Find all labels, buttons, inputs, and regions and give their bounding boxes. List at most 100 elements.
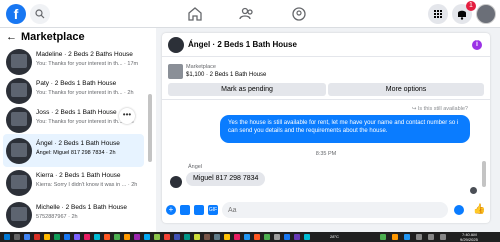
chat-listing-thumbnail[interactable] <box>168 37 184 53</box>
conversation-item-active[interactable]: Ángel · 2 Beds 1 Bath House Ángel: Migue… <box>3 134 144 167</box>
conversation-preview: You: Thanks for your interest in th... ·… <box>36 119 134 125</box>
sender-name: Ángel <box>188 164 203 170</box>
app-icon[interactable] <box>274 234 280 240</box>
app-icon[interactable] <box>294 234 300 240</box>
divider <box>162 99 490 100</box>
app-icon[interactable] <box>254 234 260 240</box>
conversation-preview: 5752887967 · 2h <box>36 214 78 220</box>
listing-thumbnail <box>6 107 32 133</box>
message-timestamp: 8:35 PM <box>315 151 337 157</box>
friends-icon[interactable] <box>238 5 256 23</box>
conversation-title: Ángel · 2 Beds 1 Bath House <box>36 140 120 147</box>
sender-avatar[interactable] <box>170 176 182 188</box>
conversation-title: Paty · 2 Beds 1 Bath House <box>36 80 117 87</box>
conversation-title: Michelle · 2 Beds 1 Bath House <box>36 204 128 211</box>
app-icon[interactable] <box>174 234 180 240</box>
app-icon[interactable] <box>114 234 120 240</box>
incoming-message-bubble[interactable]: Miguel 817 298 7834 <box>186 172 266 186</box>
chat-panel: Ángel · 2 Beds 1 Bath House i Marketplac… <box>162 33 490 223</box>
app-icon[interactable] <box>164 234 170 240</box>
file-explorer-icon[interactable] <box>44 234 50 240</box>
app-icon[interactable] <box>214 234 220 240</box>
app-icon[interactable] <box>124 234 130 240</box>
tray-icon[interactable] <box>392 234 398 240</box>
info-icon[interactable]: i <box>472 40 482 50</box>
reply-context: ↪ Is this still available? <box>411 106 468 112</box>
app-icon[interactable] <box>224 234 230 240</box>
listing-thumbnail <box>6 170 32 196</box>
conversation-item[interactable]: Michelle · 2 Beds 1 Bath House 575288796… <box>3 198 144 231</box>
app-icon[interactable] <box>264 234 270 240</box>
app-icon[interactable] <box>244 234 250 240</box>
notification-badge: 1 <box>466 1 476 11</box>
seen-indicator-avatar <box>470 187 477 194</box>
outgoing-message-bubble[interactable]: Yes the house is still available for ren… <box>220 115 470 143</box>
conversation-title: Madeline · 2 Beds 2 Baths House <box>36 51 133 58</box>
home-icon[interactable] <box>186 5 204 23</box>
app-icon[interactable] <box>34 234 40 240</box>
marketplace-header: ← Marketplace <box>6 31 85 43</box>
listing-thumbnail <box>6 78 32 104</box>
chat-header: Ángel · 2 Beds 1 Bath House i <box>162 33 490 57</box>
facebook-logo[interactable]: f <box>6 4 26 24</box>
conversation-more-button[interactable]: ••• <box>119 108 135 124</box>
tray-icon[interactable] <box>428 234 434 240</box>
app-icon[interactable] <box>94 234 100 240</box>
listing-thumbnail <box>168 64 183 79</box>
tray-icon[interactable] <box>404 234 410 240</box>
marketplace-conversations-panel: ← Marketplace Madeline · 2 Beds 2 Baths H… <box>0 28 156 232</box>
listing-price: $1,100 · 2 Beds 1 Bath House <box>186 72 267 78</box>
profile-avatar[interactable] <box>476 4 496 24</box>
conversation-preview: Ángel: Miguel 817 298 7834 · 2h <box>36 150 116 156</box>
photo-icon[interactable] <box>180 205 190 215</box>
plus-icon[interactable]: + <box>166 205 176 215</box>
menu-grid-icon <box>434 10 442 18</box>
notifications-button[interactable]: 1 <box>452 1 476 24</box>
listing-source-label: Marketplace <box>186 64 216 70</box>
search-button[interactable] <box>30 4 50 24</box>
conversation-preview: You: Thanks for your interest in th... ·… <box>36 90 134 96</box>
app-icon[interactable] <box>64 234 70 240</box>
more-options-button[interactable]: More options <box>328 83 484 96</box>
app-icon[interactable] <box>134 234 140 240</box>
tray-icon[interactable] <box>440 234 446 240</box>
emoji-icon[interactable] <box>454 205 464 215</box>
chrome-icon[interactable] <box>24 234 30 240</box>
app-icon[interactable] <box>194 234 200 240</box>
app-icon[interactable] <box>84 234 90 240</box>
mark-as-pending-button[interactable]: Mark as pending <box>168 83 326 96</box>
windows-start-icon[interactable] <box>4 234 10 240</box>
listing-thumbnail <box>6 138 32 164</box>
thumbs-up-icon[interactable]: 👍 <box>473 204 485 215</box>
weather-temperature[interactable]: 28°C <box>330 234 339 239</box>
tray-icon[interactable] <box>416 234 422 240</box>
tray-icon[interactable] <box>380 234 386 240</box>
app-icon[interactable] <box>144 234 150 240</box>
sticker-icon[interactable] <box>194 205 204 215</box>
gif-icon[interactable]: GIF <box>208 205 218 215</box>
groups-icon[interactable] <box>290 5 308 23</box>
menu-grid-button[interactable] <box>428 4 448 24</box>
conversation-title: Kierra · 2 Beds 1 Bath House <box>36 172 121 179</box>
listing-thumbnail <box>6 49 32 75</box>
app-icon[interactable] <box>54 234 60 240</box>
conversation-item[interactable]: Kierra · 2 Beds 1 Bath House Kierra: Sor… <box>3 166 144 199</box>
windows-taskbar: 28°C 7:40 AM 9/29/2025 <box>0 232 500 242</box>
app-icon[interactable] <box>104 234 110 240</box>
search-icon <box>35 9 45 19</box>
app-icon[interactable] <box>184 234 190 240</box>
app-icon[interactable] <box>284 234 290 240</box>
app-icon[interactable] <box>154 234 160 240</box>
back-arrow-icon[interactable]: ← <box>6 31 17 43</box>
chat-scrollbar[interactable] <box>482 161 486 187</box>
app-icon[interactable] <box>304 234 310 240</box>
search-icon[interactable] <box>14 234 20 240</box>
app-icon[interactable] <box>234 234 240 240</box>
conversation-title: Joss · 2 Beds 1 Bath House <box>36 109 117 116</box>
app-icon[interactable] <box>74 234 80 240</box>
chat-title[interactable]: Ángel · 2 Beds 1 Bath House <box>188 40 297 49</box>
message-input[interactable] <box>222 202 448 218</box>
clock-date[interactable]: 9/29/2025 <box>460 237 478 242</box>
app-icon[interactable] <box>204 234 210 240</box>
conversation-list-scrollbar[interactable] <box>148 94 152 162</box>
